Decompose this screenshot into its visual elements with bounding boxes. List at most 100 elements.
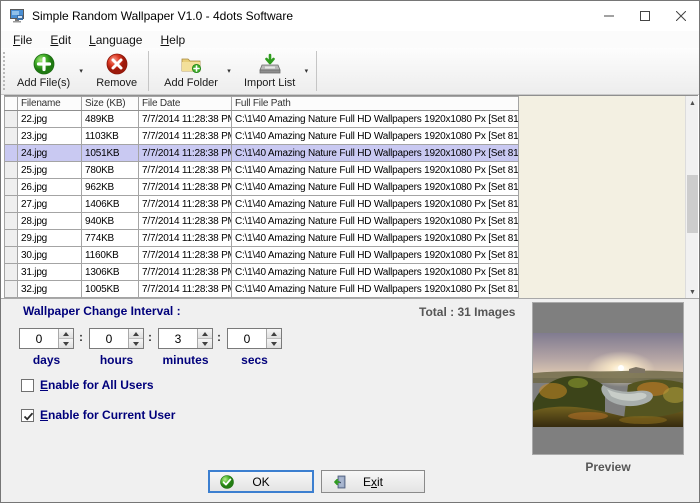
secs-up-button[interactable] — [267, 329, 281, 339]
minutes-up-button[interactable] — [198, 329, 212, 339]
import-list-dropdown-arrow[interactable]: ▾ — [301, 49, 311, 93]
menu-language[interactable]: Language — [80, 32, 151, 48]
table-row[interactable]: 28.jpg940KB7/7/2014 11:28:38 PMC:\1\40 A… — [5, 213, 519, 230]
maximize-button[interactable] — [627, 1, 663, 31]
table-row[interactable]: 23.jpg1103KB7/7/2014 11:28:38 PMC:\1\40 … — [5, 128, 519, 145]
column-header-filedate[interactable]: File Date — [139, 97, 232, 111]
cell-size[interactable]: 1406KB — [82, 196, 139, 213]
secs-value[interactable]: 0 — [228, 329, 266, 348]
cell-path[interactable]: C:\1\40 Amazing Nature Full HD Wallpaper… — [232, 281, 519, 298]
enable-current-user-checkbox[interactable] — [21, 409, 34, 422]
cell-filename[interactable]: 25.jpg — [18, 162, 82, 179]
cell-path[interactable]: C:\1\40 Amazing Nature Full HD Wallpaper… — [232, 111, 519, 128]
row-header-cell[interactable] — [5, 264, 18, 281]
column-header-filename[interactable]: Filename — [18, 97, 82, 111]
secs-spinner[interactable]: 0 — [227, 328, 282, 349]
cell-date[interactable]: 7/7/2014 11:28:38 PM — [139, 111, 232, 128]
cell-size[interactable]: 1306KB — [82, 264, 139, 281]
cell-date[interactable]: 7/7/2014 11:28:38 PM — [139, 213, 232, 230]
cell-filename[interactable]: 23.jpg — [18, 128, 82, 145]
row-header-cell[interactable] — [5, 213, 18, 230]
minutes-spinner[interactable]: 3 — [158, 328, 213, 349]
cell-size[interactable]: 489KB — [82, 111, 139, 128]
cell-date[interactable]: 7/7/2014 11:28:38 PM — [139, 179, 232, 196]
cell-date[interactable]: 7/7/2014 11:28:38 PM — [139, 162, 232, 179]
cell-size[interactable]: 780KB — [82, 162, 139, 179]
cell-date[interactable]: 7/7/2014 11:28:38 PM — [139, 264, 232, 281]
exit-button[interactable]: Exit — [321, 470, 425, 493]
cell-filename[interactable]: 31.jpg — [18, 264, 82, 281]
import-list-button[interactable]: Import List — [238, 49, 301, 93]
cell-size[interactable]: 1051KB — [82, 145, 139, 162]
scrollbar-thumb[interactable] — [687, 175, 698, 233]
add-files-button[interactable]: Add File(s) — [11, 49, 76, 93]
days-value[interactable]: 0 — [20, 329, 58, 348]
table-row[interactable]: 27.jpg1406KB7/7/2014 11:28:38 PMC:\1\40 … — [5, 196, 519, 213]
row-header-cell[interactable] — [5, 162, 18, 179]
row-header-cell[interactable] — [5, 196, 18, 213]
vertical-scrollbar[interactable]: ▲ ▼ — [685, 96, 698, 298]
cell-filename[interactable]: 27.jpg — [18, 196, 82, 213]
column-header-size[interactable]: Size (KB) — [82, 97, 139, 111]
cell-size[interactable]: 774KB — [82, 230, 139, 247]
row-header-cell[interactable] — [5, 247, 18, 264]
cell-filename[interactable]: 29.jpg — [18, 230, 82, 247]
cell-date[interactable]: 7/7/2014 11:28:38 PM — [139, 128, 232, 145]
remove-button[interactable]: Remove — [90, 49, 143, 93]
hours-spinner[interactable]: 0 — [89, 328, 144, 349]
cell-size[interactable]: 1160KB — [82, 247, 139, 264]
enable-all-users-checkbox[interactable] — [21, 379, 34, 392]
ok-button[interactable]: OK — [208, 470, 314, 493]
enable-current-user-label[interactable]: Enable for Current User — [40, 408, 175, 422]
days-spinner[interactable]: 0 — [19, 328, 74, 349]
cell-filename[interactable]: 24.jpg — [18, 145, 82, 162]
cell-filename[interactable]: 30.jpg — [18, 247, 82, 264]
cell-path[interactable]: C:\1\40 Amazing Nature Full HD Wallpaper… — [232, 264, 519, 281]
cell-date[interactable]: 7/7/2014 11:28:38 PM — [139, 196, 232, 213]
cell-path[interactable]: C:\1\40 Amazing Nature Full HD Wallpaper… — [232, 145, 519, 162]
cell-size[interactable]: 962KB — [82, 179, 139, 196]
row-header-cell[interactable] — [5, 145, 18, 162]
scroll-down-arrow[interactable]: ▼ — [686, 285, 698, 298]
enable-all-users-label[interactable]: Enable for All Users — [40, 378, 154, 392]
row-header-cell[interactable] — [5, 128, 18, 145]
cell-date[interactable]: 7/7/2014 11:28:38 PM — [139, 247, 232, 264]
hours-down-button[interactable] — [129, 339, 143, 348]
table-row[interactable]: 25.jpg780KB7/7/2014 11:28:38 PMC:\1\40 A… — [5, 162, 519, 179]
days-down-button[interactable] — [59, 339, 73, 348]
table-row[interactable]: 24.jpg1051KB7/7/2014 11:28:38 PMC:\1\40 … — [5, 145, 519, 162]
cell-filename[interactable]: 22.jpg — [18, 111, 82, 128]
cell-filename[interactable]: 32.jpg — [18, 281, 82, 298]
cell-size[interactable]: 1103KB — [82, 128, 139, 145]
row-header-cell[interactable] — [5, 230, 18, 247]
cell-date[interactable]: 7/7/2014 11:28:38 PM — [139, 281, 232, 298]
cell-filename[interactable]: 26.jpg — [18, 179, 82, 196]
cell-path[interactable]: C:\1\40 Amazing Nature Full HD Wallpaper… — [232, 230, 519, 247]
table-row[interactable]: 26.jpg962KB7/7/2014 11:28:38 PMC:\1\40 A… — [5, 179, 519, 196]
table-row[interactable]: 32.jpg1005KB7/7/2014 11:28:38 PMC:\1\40 … — [5, 281, 519, 298]
table-row[interactable]: 31.jpg1306KB7/7/2014 11:28:38 PMC:\1\40 … — [5, 264, 519, 281]
cell-path[interactable]: C:\1\40 Amazing Nature Full HD Wallpaper… — [232, 128, 519, 145]
hours-value[interactable]: 0 — [90, 329, 128, 348]
menu-edit[interactable]: Edit — [41, 32, 80, 48]
cell-path[interactable]: C:\1\40 Amazing Nature Full HD Wallpaper… — [232, 196, 519, 213]
hours-up-button[interactable] — [129, 329, 143, 339]
cell-path[interactable]: C:\1\40 Amazing Nature Full HD Wallpaper… — [232, 162, 519, 179]
table-row[interactable]: 22.jpg489KB7/7/2014 11:28:38 PMC:\1\40 A… — [5, 111, 519, 128]
add-folder-dropdown-arrow[interactable]: ▾ — [224, 49, 234, 93]
cell-path[interactable]: C:\1\40 Amazing Nature Full HD Wallpaper… — [232, 213, 519, 230]
menu-file[interactable]: File — [4, 32, 41, 48]
cell-size[interactable]: 1005KB — [82, 281, 139, 298]
minimize-button[interactable] — [591, 1, 627, 31]
minutes-down-button[interactable] — [198, 339, 212, 348]
cell-size[interactable]: 940KB — [82, 213, 139, 230]
cell-path[interactable]: C:\1\40 Amazing Nature Full HD Wallpaper… — [232, 247, 519, 264]
scroll-up-arrow[interactable]: ▲ — [686, 96, 698, 110]
menu-help[interactable]: Help — [151, 32, 194, 48]
table-row[interactable]: 30.jpg1160KB7/7/2014 11:28:38 PMC:\1\40 … — [5, 247, 519, 264]
row-header-cell[interactable] — [5, 111, 18, 128]
cell-date[interactable]: 7/7/2014 11:28:38 PM — [139, 230, 232, 247]
table-row[interactable]: 29.jpg774KB7/7/2014 11:28:38 PMC:\1\40 A… — [5, 230, 519, 247]
row-header-cell[interactable] — [5, 179, 18, 196]
add-files-dropdown-arrow[interactable]: ▾ — [76, 49, 86, 93]
